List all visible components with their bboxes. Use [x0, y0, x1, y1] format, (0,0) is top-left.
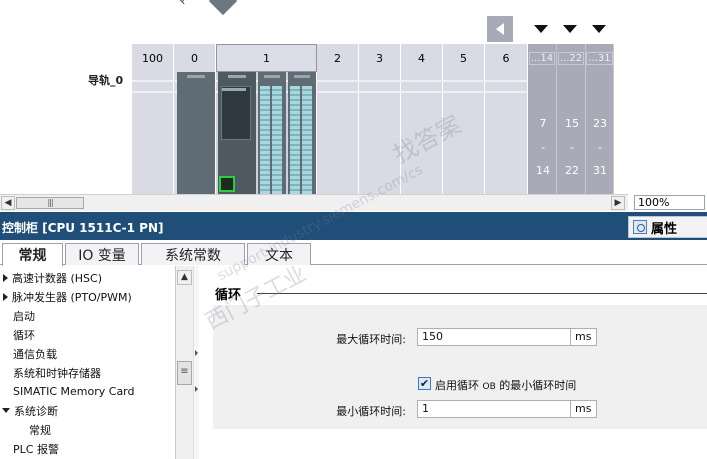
chevron-down-icon — [592, 25, 606, 33]
nav-item-pto-pwm[interactable]: 脉冲发生器 (PTO/PWM) — [0, 287, 175, 306]
enable-min-cycle-checkbox[interactable]: ✔ — [418, 377, 431, 390]
zoom-select[interactable]: 100% — [634, 195, 705, 210]
device-view-hscrollbar[interactable]: ◀ ||| ▶ — [0, 194, 628, 211]
nav-item-diag-general[interactable]: 常规 — [0, 420, 175, 439]
range-end: 14 — [536, 164, 550, 177]
power-module[interactable] — [177, 72, 215, 194]
expand-icon[interactable] — [3, 292, 8, 301]
io-terminal-strip — [272, 86, 282, 194]
inspector-title: 控制柜 [CPU 1511C-1 PN] — [2, 221, 164, 235]
chevron-down-icon — [563, 25, 577, 33]
expand-group-1-button[interactable] — [528, 16, 554, 42]
expand-group-3-button[interactable] — [586, 16, 612, 42]
range-end: 22 — [565, 164, 579, 177]
range-start: 15 — [565, 117, 579, 130]
tab-texts[interactable]: 文本 — [247, 243, 311, 265]
range-start: 23 — [593, 117, 607, 130]
min-cycle-time-input[interactable]: 1 — [417, 400, 571, 418]
properties-tab[interactable]: 属性 — [628, 216, 707, 238]
scroll-left-button[interactable]: ◀ — [1, 196, 15, 210]
module-led-strip — [228, 75, 246, 78]
network-node-icon[interactable] — [208, 0, 238, 16]
network-node-label: PN — [178, 0, 194, 7]
properties-icon — [633, 220, 647, 234]
range-start: 7 — [539, 117, 547, 130]
expand-icon[interactable] — [3, 273, 8, 282]
slot-header-5[interactable]: 5 — [443, 44, 485, 72]
module-led-strip — [294, 75, 310, 78]
slot-header-0[interactable]: 0 — [174, 44, 216, 72]
nav-item-system-clock-memory[interactable]: 系统和时钟存储器 — [0, 363, 175, 382]
nav-item-startup[interactable]: 启动 — [0, 306, 175, 325]
nav-item-cycle[interactable]: 循环 — [0, 325, 175, 344]
max-cycle-time-input[interactable]: 150 — [417, 328, 571, 346]
enable-min-cycle-label: 启用循环 OB 的最小循环时间 — [435, 379, 577, 392]
nav-item-hsc[interactable]: 高速计数器 (HSC) — [0, 268, 175, 287]
splitter-grip-icon — [195, 386, 198, 392]
expand-group-2-button[interactable] — [557, 16, 583, 42]
io-terminal-strip — [302, 86, 312, 194]
min-cycle-time-unit: ms — [571, 400, 597, 418]
scroll-up-button[interactable]: ▲ — [177, 270, 192, 285]
app-window: PN 100 0 1 2 3 4 5 6 ...14 ...22 ...31 导… — [0, 0, 707, 459]
nav-item-system-diagnostics[interactable]: 系统诊断 — [0, 401, 175, 420]
slot-header-1[interactable]: 1 — [216, 44, 317, 72]
siemens-logo — [222, 88, 246, 91]
slot-header-2[interactable]: 2 — [317, 44, 359, 72]
splitter-grip-icon — [195, 350, 198, 356]
range-sep: - — [598, 141, 602, 154]
max-cycle-time-label: 最大循环时间: — [336, 333, 406, 346]
rack-label: 导轨_0 — [88, 74, 124, 87]
range-sep: - — [570, 141, 574, 154]
settings-nav-tree: 高速计数器 (HSC) 脉冲发生器 (PTO/PWM) 启动 循环 通信负载 系… — [0, 266, 175, 459]
nav-item-memory-card[interactable]: SIMATIC Memory Card — [0, 382, 175, 401]
section-title: 循环 — [215, 288, 242, 303]
chevron-down-icon — [534, 25, 548, 33]
properties-tab-label: 属性 — [651, 221, 678, 237]
nav-item-comm-load[interactable]: 通信负载 — [0, 344, 175, 363]
module-led-strip — [187, 75, 205, 78]
collapse-icon[interactable] — [2, 408, 10, 413]
io-terminal-strip — [260, 86, 270, 194]
slot-header-100[interactable]: 100 — [132, 44, 174, 72]
profinet-port-icon[interactable] — [219, 176, 235, 192]
device-view[interactable]: PN 100 0 1 2 3 4 5 6 ...14 ...22 ...31 导… — [0, 0, 707, 194]
arrow-left-icon — [496, 23, 504, 35]
module-led-strip — [264, 75, 280, 78]
nav-item-plc-alarms[interactable]: PLC 报警 — [0, 439, 175, 458]
cpu-display — [221, 86, 251, 140]
tab-system-constants[interactable]: 系统常数 — [141, 243, 245, 265]
slot-header-4[interactable]: 4 — [401, 44, 443, 72]
hscroll-thumb[interactable]: ||| — [16, 197, 84, 209]
slot-group-header[interactable]: ...31 — [586, 44, 614, 72]
tab-general[interactable]: 常规 — [2, 243, 63, 266]
range-sep: - — [541, 141, 545, 154]
slot-header-3[interactable]: 3 — [359, 44, 401, 72]
scroll-right-button[interactable]: ▶ — [611, 196, 625, 210]
nav-vscrollbar[interactable]: ▲ ≡ — [175, 266, 193, 459]
io-terminal-strip — [290, 86, 300, 194]
max-cycle-time-unit: ms — [571, 328, 597, 346]
tab-io-tags[interactable]: IO 变量 — [65, 243, 139, 265]
slot-header-6[interactable]: 6 — [485, 44, 528, 72]
slot-group-header[interactable]: ...22 — [557, 44, 586, 72]
slot-group-header[interactable]: ...14 — [528, 44, 557, 72]
vscroll-thumb[interactable]: ≡ — [177, 361, 192, 385]
section-divider — [257, 293, 707, 294]
scroll-left-rack-button[interactable] — [487, 16, 513, 42]
range-end: 31 — [593, 164, 607, 177]
min-cycle-time-label: 最小循环时间: — [336, 405, 406, 418]
